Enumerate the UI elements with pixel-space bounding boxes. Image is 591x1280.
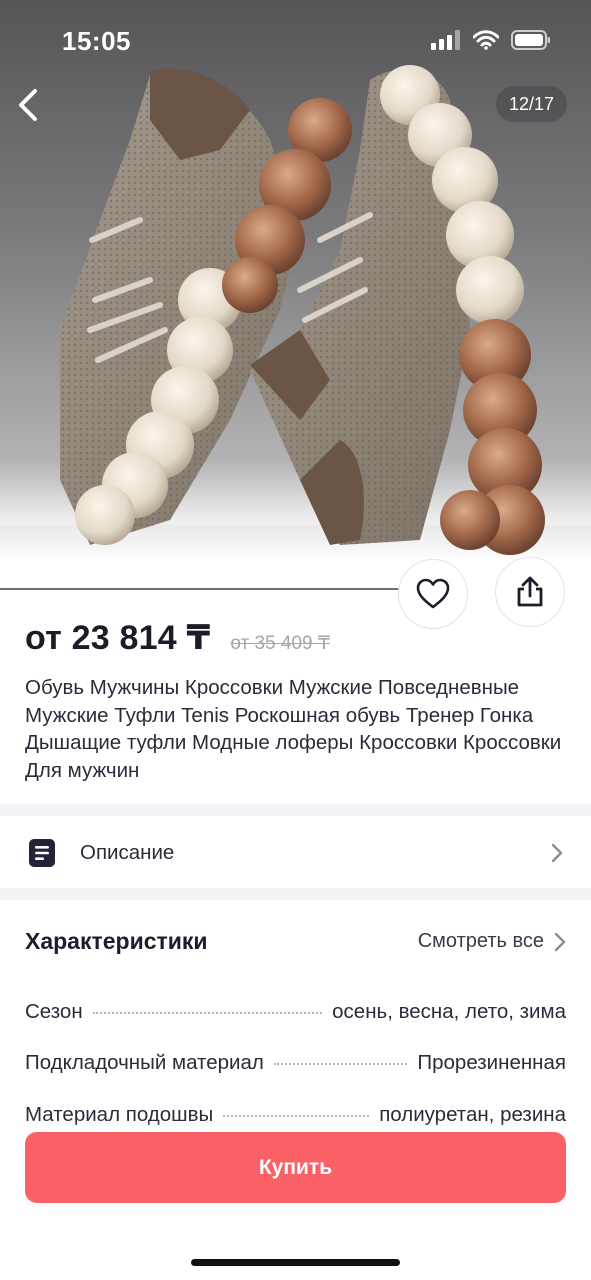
buy-button[interactable]: Купить [25,1132,566,1203]
spec-value: осень, весна, лето, зима [332,1000,566,1023]
spec-value: Прорезиненная [417,1051,566,1074]
chevron-right-icon [551,843,563,863]
price-row: от 23 814 ₸ от 35 409 ₸ [25,618,330,658]
signal-icon [431,30,460,50]
back-button[interactable] [6,80,50,130]
characteristics-header: Характеристики Смотреть все [25,928,566,955]
share-icon [517,576,543,607]
description-label: Описание [80,841,175,864]
favorite-button[interactable] [398,559,468,629]
section-divider [0,804,591,816]
wifi-icon [473,30,499,50]
old-price: от 35 409 ₸ [230,633,330,654]
home-indicator [191,1259,400,1266]
status-bar: 15:05 [0,0,591,80]
image-bottom-line [0,588,400,590]
see-all-link[interactable]: Смотреть все [418,930,566,953]
product-title: Обувь Мужчины Кроссовки Мужские Повседне… [25,676,562,782]
description-row[interactable]: Описание [0,818,591,888]
chevron-left-icon [19,89,37,121]
spec-leader [92,1012,323,1014]
status-icons [431,30,551,50]
spec-name: Сезон [25,1000,83,1023]
chevron-right-icon [554,932,566,951]
spec-leader [223,1115,370,1117]
characteristics-title: Характеристики [25,928,208,954]
image-counter: 12/17 [495,86,567,122]
spec-name: Подкладочный материал [25,1051,264,1074]
spec-leader [273,1063,408,1065]
section-divider [0,888,591,900]
share-button[interactable] [495,557,565,627]
document-icon [29,839,55,867]
heart-icon [416,578,450,609]
battery-icon [511,30,550,50]
status-time: 15:05 [62,26,131,56]
see-all-label: Смотреть все [417,930,544,952]
price: от 23 814 ₸ [25,619,211,657]
spec-row: Подкладочный материал Прорезиненная [25,1051,566,1075]
spec-row: Сезон осень, весна, лето, зима [25,1000,566,1024]
